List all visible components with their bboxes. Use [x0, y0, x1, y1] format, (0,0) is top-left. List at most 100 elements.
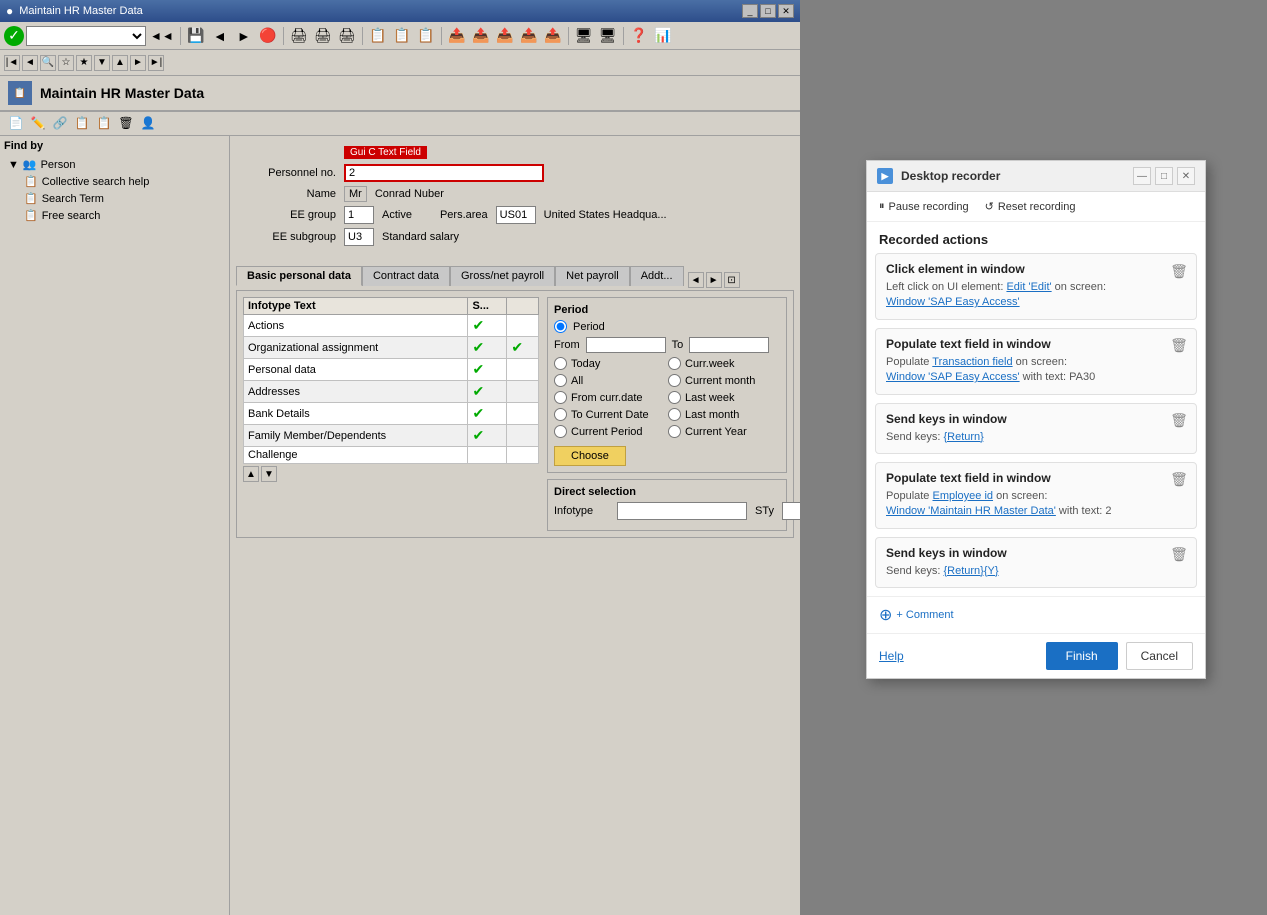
nav-up-btn[interactable]: ▲: [112, 55, 128, 71]
nav-btn1[interactable]: 📤: [446, 25, 468, 47]
tab-next-btn[interactable]: ►: [706, 272, 722, 288]
pers-area-code[interactable]: [496, 206, 536, 224]
action-delete-btn-2[interactable]: 🗑: [1170, 337, 1188, 355]
print3-btn[interactable]: 🖨: [336, 25, 358, 47]
save-btn[interactable]: 💾: [185, 25, 207, 47]
tab-net[interactable]: Net payroll: [555, 266, 630, 286]
tab-basic[interactable]: Basic personal data: [236, 266, 362, 286]
tree-item-person[interactable]: ▼ 👥 Person: [4, 156, 225, 173]
scroll-up-btn[interactable]: ▲: [243, 466, 259, 482]
infotype-input[interactable]: [617, 502, 747, 520]
action-desc-link-2[interactable]: Transaction field: [932, 356, 1012, 368]
cancel-btn[interactable]: 🔴: [257, 25, 279, 47]
finish-btn[interactable]: Finish: [1046, 642, 1118, 670]
tree-item-free-search[interactable]: 📋 Free search: [20, 207, 225, 224]
action-desc-link-5[interactable]: {Return}{Y}: [943, 565, 998, 577]
action-desc-link-1[interactable]: Edit 'Edit': [1006, 281, 1051, 293]
comment-btn[interactable]: ⊕ + Comment: [879, 605, 954, 625]
action-delete-btn-5[interactable]: 🗑: [1170, 546, 1188, 564]
tab-prev-btn[interactable]: ◄: [688, 272, 704, 288]
tab-addt[interactable]: Addt...: [630, 266, 684, 286]
help-btn[interactable]: ❓: [628, 25, 650, 47]
maximize-btn[interactable]: □: [760, 4, 776, 18]
action-screen-link-1[interactable]: Window 'SAP Easy Access': [886, 296, 1020, 308]
new-btn[interactable]: 📄: [6, 114, 26, 132]
radio-current-period[interactable]: [554, 425, 567, 438]
radio-last-week[interactable]: [668, 391, 681, 404]
ee-group-input[interactable]: [344, 206, 374, 224]
table-row[interactable]: Family Member/Dependents ✔: [244, 425, 539, 447]
radio-all[interactable]: [554, 374, 567, 387]
table-row[interactable]: Challenge: [244, 447, 539, 464]
nav-last-btn[interactable]: ►|: [148, 55, 164, 71]
table-row[interactable]: Addresses ✔: [244, 381, 539, 403]
cut-btn[interactable]: 📋: [415, 25, 437, 47]
radio-to-current[interactable]: [554, 408, 567, 421]
nav-search-btn[interactable]: 🔍: [40, 55, 56, 71]
delete-btn[interactable]: 🗑: [116, 114, 136, 132]
cancel-btn[interactable]: Cancel: [1126, 642, 1193, 670]
period-radio[interactable]: [554, 320, 567, 333]
nav-first-btn[interactable]: |◄: [4, 55, 20, 71]
radio-from-curr[interactable]: [554, 391, 567, 404]
paste-btn[interactable]: 📋: [391, 25, 413, 47]
nav-star-btn[interactable]: ☆: [58, 55, 74, 71]
table-row[interactable]: Bank Details ✔: [244, 403, 539, 425]
tab-expand-btn[interactable]: ⊡: [724, 272, 740, 288]
action-delete-btn-1[interactable]: 🗑: [1170, 262, 1188, 280]
nav-btn2[interactable]: 📤: [470, 25, 492, 47]
edit-btn[interactable]: ✏️: [28, 114, 48, 132]
paste2-btn[interactable]: 📋: [94, 114, 114, 132]
table-row[interactable]: Actions ✔: [244, 315, 539, 337]
action-screen-link-2[interactable]: Window 'SAP Easy Access': [886, 371, 1020, 383]
tree-item-collective[interactable]: 📋 Collective search help: [20, 173, 225, 190]
nav-back-btn[interactable]: ◄◄: [148, 27, 176, 45]
action-desc-link-4[interactable]: Employee id: [932, 490, 993, 502]
screen-btn1[interactable]: 🖥: [573, 25, 595, 47]
action-desc-link-3[interactable]: {Return}: [943, 431, 983, 443]
action-screen-link-4[interactable]: Window 'Maintain HR Master Data': [886, 505, 1056, 517]
nav-btn3[interactable]: 📤: [494, 25, 516, 47]
nav-btn4[interactable]: 📤: [518, 25, 540, 47]
minimize-btn[interactable]: _: [742, 4, 758, 18]
link-btn[interactable]: 🔗: [50, 114, 70, 132]
copy-btn[interactable]: 📋: [367, 25, 389, 47]
tab-gross[interactable]: Gross/net payroll: [450, 266, 555, 286]
table-row[interactable]: Organizational assignment ✔ ✔: [244, 337, 539, 359]
recorder-minimize-btn[interactable]: —: [1133, 167, 1151, 185]
choose-button[interactable]: Choose: [554, 446, 626, 466]
reset-recording-btn[interactable]: ↺ Reset recording: [985, 200, 1076, 213]
recorder-maximize-btn[interactable]: □: [1155, 167, 1173, 185]
ee-subgroup-input[interactable]: [344, 228, 374, 246]
command-field[interactable]: [26, 26, 146, 46]
radio-last-month[interactable]: [668, 408, 681, 421]
info-btn[interactable]: 📊: [652, 25, 674, 47]
back-btn[interactable]: ◄: [209, 25, 231, 47]
person-btn[interactable]: 👤: [138, 114, 158, 132]
nav-down-btn[interactable]: ▼: [94, 55, 110, 71]
pause-recording-btn[interactable]: ⏸ Pause recording: [879, 200, 969, 213]
tab-contract[interactable]: Contract data: [362, 266, 450, 286]
help-link[interactable]: Help: [879, 649, 904, 663]
radio-current-year[interactable]: [668, 425, 681, 438]
personnel-no-input[interactable]: [344, 164, 544, 182]
nav-btn5[interactable]: 📤: [542, 25, 564, 47]
nav-next-btn[interactable]: ►: [130, 55, 146, 71]
nav-prev-btn[interactable]: ◄: [22, 55, 38, 71]
close-btn[interactable]: ✕: [778, 4, 794, 18]
recorder-close-btn[interactable]: ✕: [1177, 167, 1195, 185]
copy2-btn[interactable]: 📋: [72, 114, 92, 132]
print2-btn[interactable]: 🖨: [312, 25, 334, 47]
screen-btn2[interactable]: 🖥: [597, 25, 619, 47]
radio-today[interactable]: [554, 357, 567, 370]
scroll-down-btn[interactable]: ▼: [261, 466, 277, 482]
forward-btn[interactable]: ►: [233, 25, 255, 47]
tree-item-search-term[interactable]: 📋 Search Term: [20, 190, 225, 207]
nav-star2-btn[interactable]: ★: [76, 55, 92, 71]
action-delete-btn-3[interactable]: 🗑: [1170, 412, 1188, 430]
print-btn[interactable]: 🖨: [288, 25, 310, 47]
radio-curr-week[interactable]: [668, 357, 681, 370]
action-delete-btn-4[interactable]: 🗑: [1170, 471, 1188, 489]
radio-current-month[interactable]: [668, 374, 681, 387]
sty-input[interactable]: [782, 502, 800, 520]
